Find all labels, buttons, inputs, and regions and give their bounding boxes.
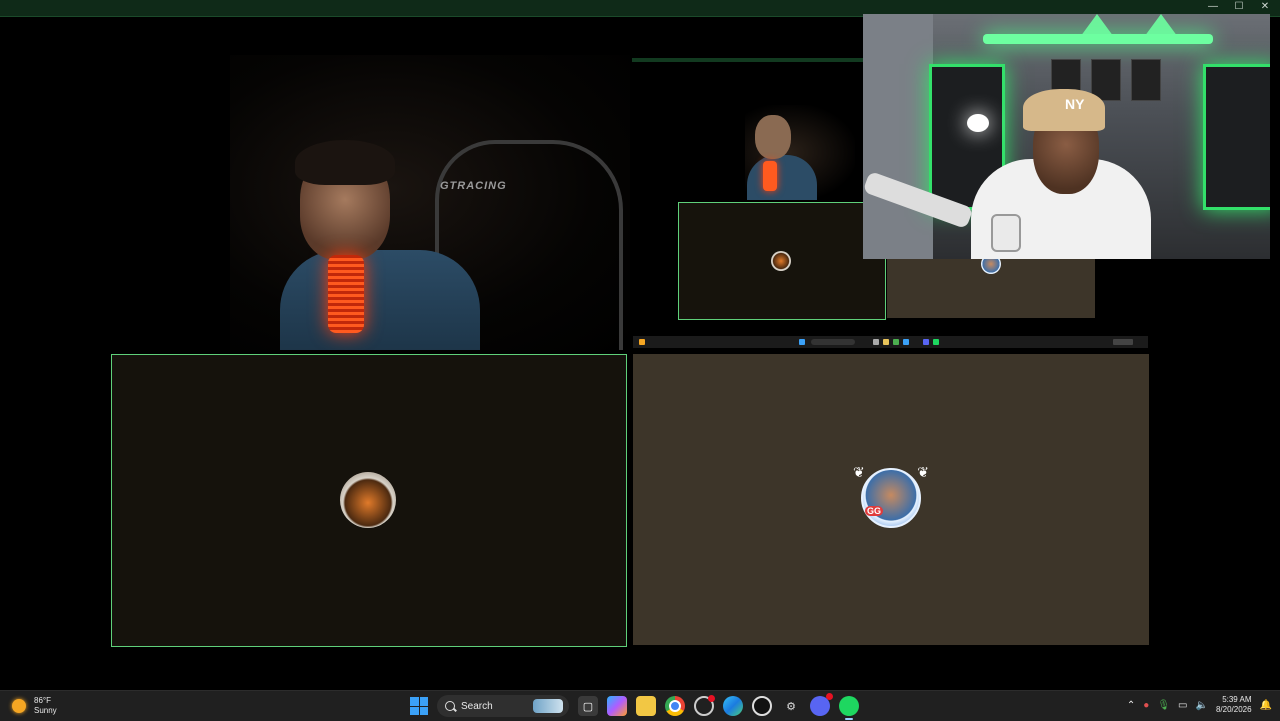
weather-temperature: 86°F (34, 696, 51, 705)
microphone-icon (328, 255, 364, 333)
person-body (280, 250, 480, 350)
participant-tile-speaking[interactable] (111, 354, 627, 647)
notification-icon[interactable]: 🔔 (1260, 700, 1272, 711)
clock-time: 5:39 AM (1222, 695, 1252, 704)
obs-icon[interactable] (752, 696, 772, 716)
shared-screen-taskbar (633, 336, 1148, 348)
search-highlight-image (533, 699, 563, 713)
wing-left-icon: ❦ (853, 464, 865, 480)
wing-right-icon: ❦ (917, 464, 929, 480)
avatar (771, 251, 791, 271)
avatar-badge: GG (865, 506, 884, 516)
person-hair (295, 140, 395, 185)
taskbar-search[interactable]: Search (437, 695, 569, 717)
taskbar-apps: Search ▢ ⚙ (410, 693, 859, 720)
tray-app-icon[interactable]: ● (1143, 700, 1149, 711)
copilot-icon[interactable] (607, 696, 627, 716)
close-button[interactable]: ✕ (1260, 1, 1270, 12)
task-view-icon[interactable]: ▢ (578, 696, 598, 716)
webcam-feed-main: GTRACING (230, 55, 630, 350)
maximize-button[interactable]: ☐ (1234, 1, 1244, 12)
edge-icon[interactable] (723, 696, 743, 716)
sun-icon (12, 699, 26, 713)
clock[interactable]: 5:39 AM 8/20/2026 (1216, 695, 1252, 715)
lamp (967, 114, 989, 132)
taskbar: 86°F Sunny Search ▢ ⚙ ⌃ ● 🎙 ▭ 🔈 5:39 AM … (0, 690, 1280, 721)
folder-icon[interactable] (636, 696, 656, 716)
microphone-icon (991, 214, 1021, 252)
minimize-button[interactable]: — (1208, 1, 1218, 12)
app-icon[interactable] (694, 695, 715, 716)
discord-icon[interactable] (810, 693, 833, 716)
shared-screen-webcam (745, 105, 855, 200)
chrome-icon[interactable] (665, 696, 685, 716)
weather-widget[interactable]: 86°F Sunny (12, 696, 57, 716)
steam-icon[interactable]: ⚙ (781, 696, 801, 716)
system-tray: ⌃ ● 🎙 ▭ 🔈 5:39 AM 8/20/2026 🔔 (1127, 695, 1272, 715)
window-controls: — ☐ ✕ (1208, 1, 1270, 12)
cap-logo: NY (1065, 96, 1085, 112)
shared-screen-tile-speaking (678, 202, 886, 320)
participant-avatar (340, 472, 396, 528)
chair-brand-label: GTRACING (440, 180, 507, 192)
network-icon[interactable]: ▭ (1178, 700, 1187, 711)
participant-tile[interactable]: ❦ ❦ GG (633, 354, 1149, 645)
participant-avatar: ❦ ❦ GG (853, 464, 929, 528)
volume-icon[interactable]: 🔈 (1196, 700, 1208, 711)
clock-date: 8/20/2026 (1215, 705, 1252, 714)
spotify-icon[interactable] (839, 696, 859, 720)
streamer-webcam-overlay: NY (863, 14, 1270, 259)
chevron-up-icon[interactable]: ⌃ (1127, 700, 1135, 711)
search-label: Search (461, 700, 493, 712)
search-icon (445, 701, 455, 711)
cap (1023, 89, 1105, 131)
start-button[interactable] (410, 697, 428, 715)
weather-condition: Sunny (34, 706, 57, 715)
microphone-icon[interactable]: 🎙 (1157, 700, 1170, 711)
